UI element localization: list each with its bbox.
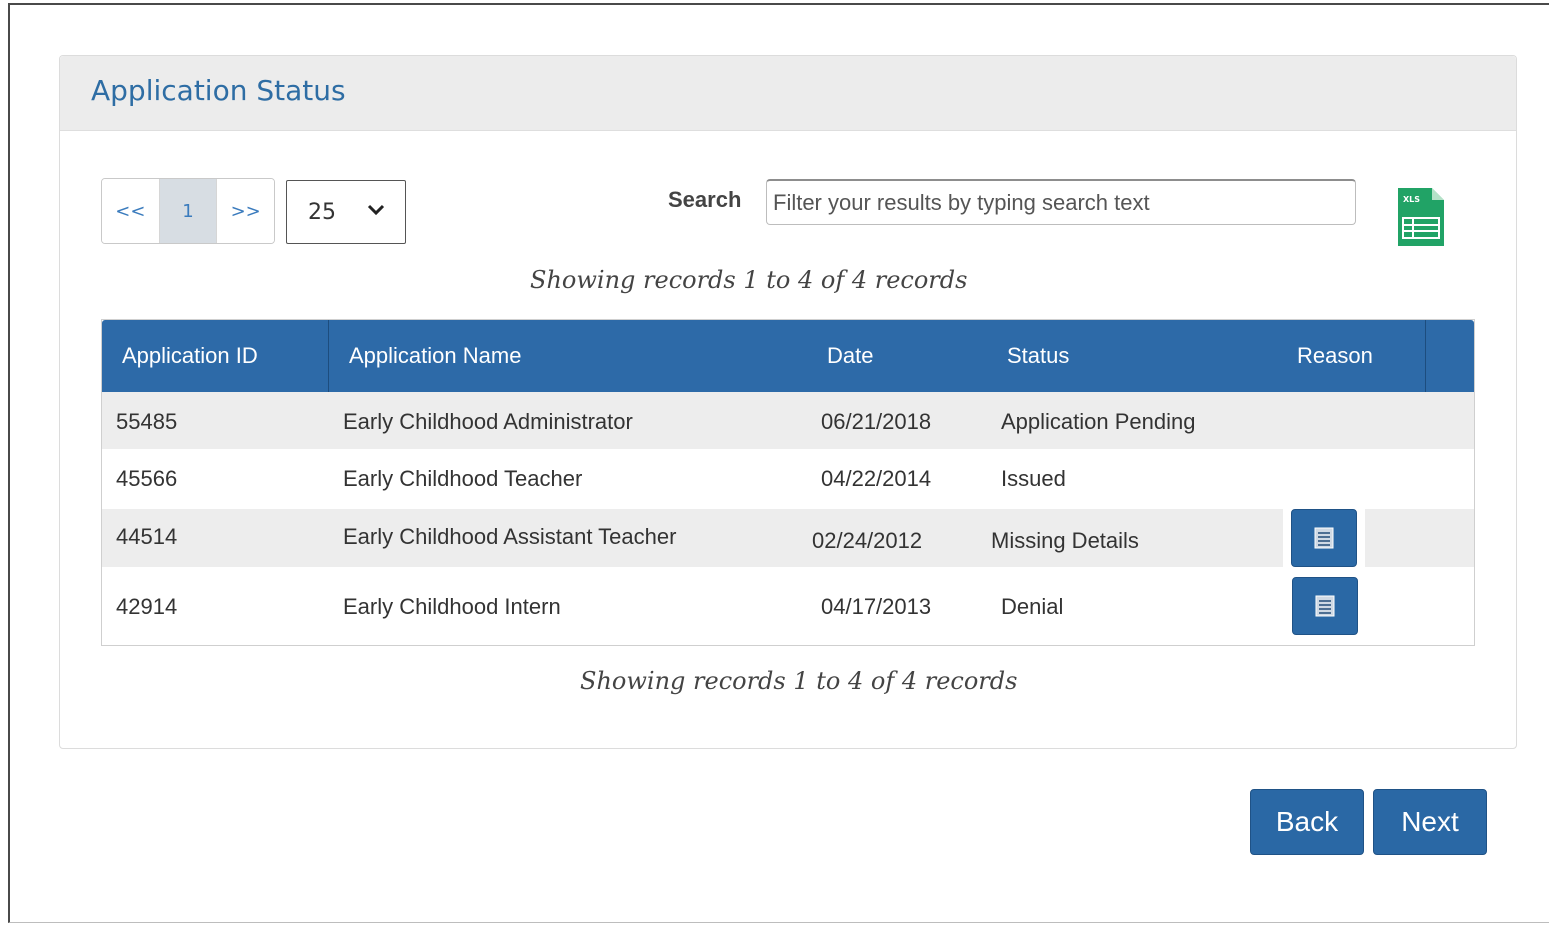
table-row: 45566 Early Childhood Teacher 04/22/2014… [102,449,1474,509]
cell-application-id: 42914 [116,594,178,619]
application-table: Application ID Application Name Date Sta… [101,319,1475,646]
table-row: 44514 Early Childhood Assistant Teacher … [102,509,1474,567]
first-page-button[interactable]: << [102,179,160,243]
document-list-icon [1314,527,1334,549]
page-size-value: 25 [308,199,336,225]
column-divider [328,320,329,392]
column-header-application-id[interactable]: Application ID [122,320,258,392]
table-row: 55485 Early Childhood Administrator 06/2… [102,392,1474,449]
cell-application-id: 44514 [116,524,178,549]
cell-application-id: 55485 [116,409,178,434]
table-header: Application ID Application Name Date Sta… [102,320,1474,392]
page-size-select[interactable]: 25 [286,180,406,244]
cell-application-name: Early Childhood Intern [343,594,561,619]
column-header-reason[interactable]: Reason [1297,320,1373,392]
cell-date: 04/17/2013 [821,594,932,619]
column-header-status[interactable]: Status [1007,320,1069,392]
cell-date: 06/21/2018 [821,409,932,434]
records-info-top: Showing records 1 to 4 of 4 records [530,266,968,294]
search-label: Search [668,187,742,212]
cell-status: Denial [1001,594,1064,619]
cell-application-name: Early Childhood Administrator [343,409,633,434]
document-list-icon [1315,595,1335,617]
cell-application-name: Early Childhood Teacher [343,466,583,491]
chevron-down-icon [367,204,385,216]
cell-status: Missing Details [991,528,1139,553]
xls-export-icon[interactable]: XLS [1396,186,1446,248]
column-header-application-name[interactable]: Application Name [349,320,521,392]
next-button[interactable]: Next [1373,789,1487,855]
cell-status: Application Pending [1001,409,1196,434]
cell-application-id: 45566 [116,466,178,491]
xls-badge-text: XLS [1403,195,1420,204]
records-info-bottom: Showing records 1 to 4 of 4 records [580,667,1018,695]
cell-application-name: Early Childhood Assistant Teacher [343,524,677,549]
next-page-button[interactable]: >> [217,179,274,243]
search-input[interactable] [766,179,1356,225]
panel-header: Application Status [60,56,1516,131]
pagination: << 1 >> [101,178,275,244]
cell-date: 04/22/2014 [821,466,932,491]
table-row: 42914 Early Childhood Intern 04/17/2013 … [102,567,1474,645]
page-title: Application Status [91,74,346,107]
cell-date: 02/24/2012 [812,528,923,553]
back-button[interactable]: Back [1250,789,1364,855]
column-header-date[interactable]: Date [827,320,873,392]
page-1-button[interactable]: 1 [159,179,218,243]
view-reason-button[interactable] [1291,509,1357,567]
cell-status: Issued [1001,466,1066,491]
view-reason-button[interactable] [1292,577,1358,635]
column-divider [1425,320,1426,392]
